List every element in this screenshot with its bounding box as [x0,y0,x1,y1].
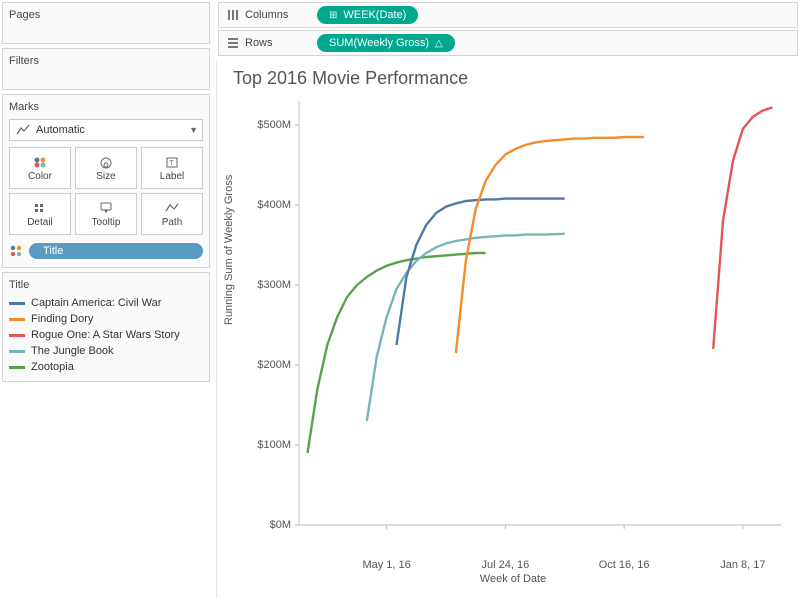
columns-pill[interactable]: ⊞ WEEK(Date) [317,6,418,24]
x-tick: May 1, 16 [362,559,410,571]
series-line[interactable] [397,199,565,345]
y-tick: $300M [251,279,291,291]
chart-title[interactable]: Top 2016 Movie Performance [233,68,790,89]
columns-shelf[interactable]: Columns ⊞ WEEK(Date) [218,2,798,28]
x-axis-label: Week of Date [480,573,546,585]
chevron-down-icon: ▼ [189,125,198,135]
tooltip-button[interactable]: Tooltip [75,193,137,235]
rows-shelf[interactable]: Rows SUM(Weekly Gross) △ [218,30,798,56]
size-icon [98,155,114,169]
rows-icon [227,37,239,49]
marks-card: Marks Automatic ▼ Color Size T Label Det… [2,94,210,268]
color-button[interactable]: Color [9,147,71,189]
color-icon [32,155,48,169]
legend-swatch [9,318,25,321]
columns-icon [227,9,239,21]
legend-swatch [9,350,25,353]
x-tick: Oct 16, 16 [599,559,650,571]
y-tick: $400M [251,199,291,211]
legend-title: Title [9,279,203,291]
legend-item[interactable]: Captain America: Civil War [9,295,203,311]
filters-shelf[interactable]: Filters [2,48,210,90]
plus-icon: ⊞ [329,10,337,21]
svg-text:T: T [170,160,175,167]
series-line[interactable] [308,253,486,453]
pages-title: Pages [9,9,203,21]
table-calc-icon: △ [435,38,443,49]
y-tick: $0M [251,519,291,531]
legend-card: Title Captain America: Civil WarFinding … [2,272,210,382]
color-mini-icon [9,244,23,258]
label-button[interactable]: T Label [141,147,203,189]
detail-button[interactable]: Detail [9,193,71,235]
y-tick: $500M [251,119,291,131]
size-button[interactable]: Size [75,147,137,189]
detail-icon [32,201,48,215]
path-button[interactable]: Path [141,193,203,235]
legend-item[interactable]: Zootopia [9,359,203,375]
y-tick: $200M [251,359,291,371]
legend-item[interactable]: The Jungle Book [9,343,203,359]
color-pill-title[interactable]: Title [29,243,203,259]
columns-label: Columns [245,9,288,21]
y-tick: $100M [251,439,291,451]
series-line[interactable] [456,137,644,353]
legend-swatch [9,334,25,337]
mark-type-label: Automatic [36,124,85,136]
label-icon: T [164,155,180,169]
series-line[interactable] [713,107,772,349]
filters-title: Filters [9,55,203,67]
legend-item[interactable]: Rogue One: A Star Wars Story [9,327,203,343]
rows-label: Rows [245,37,273,49]
mark-type-dropdown[interactable]: Automatic ▼ [9,119,203,141]
legend-swatch [9,366,25,369]
legend-swatch [9,302,25,305]
marks-title: Marks [9,101,203,113]
legend-item[interactable]: Finding Dory [9,311,203,327]
automatic-icon [16,124,30,136]
rows-pill[interactable]: SUM(Weekly Gross) △ [317,34,455,52]
viz-area: Top 2016 Movie Performance Running Sum o… [216,60,800,598]
tooltip-icon [98,201,114,215]
pages-shelf[interactable]: Pages [2,2,210,44]
x-tick: Jan 8, 17 [720,559,765,571]
x-tick: Jul 24, 16 [482,559,530,571]
path-icon [164,201,180,215]
chart-plot[interactable]: Running Sum of Weekly Gross $0M$100M$200… [233,95,793,555]
